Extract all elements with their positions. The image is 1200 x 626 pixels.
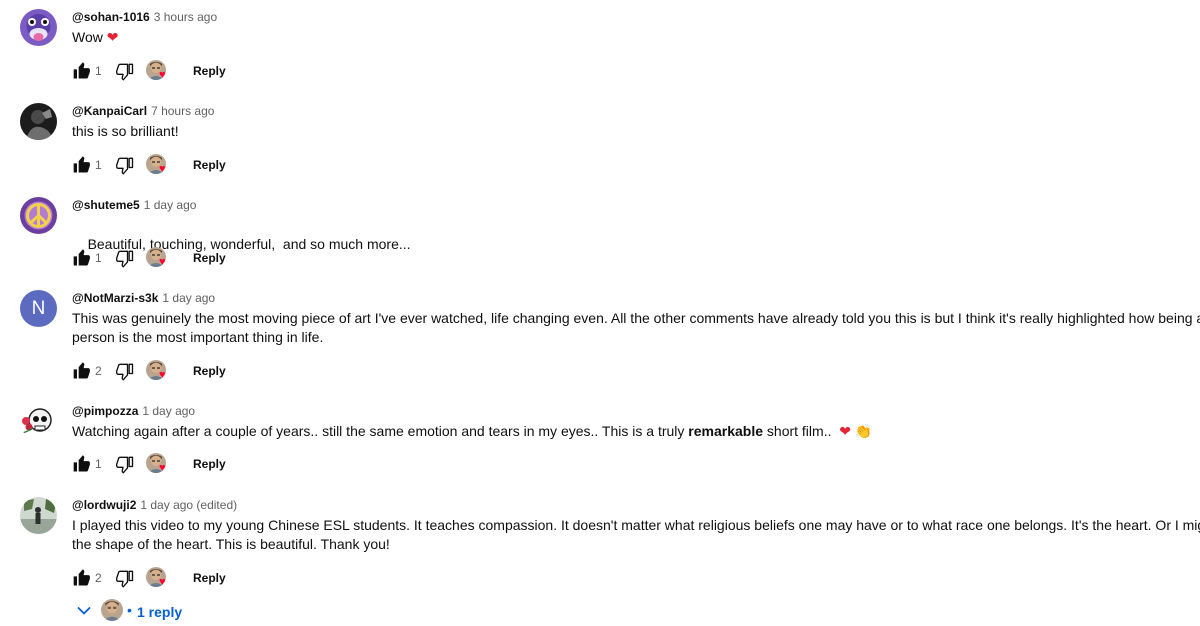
heart-icon: ♥	[159, 369, 166, 381]
comment-text-line: I played this video to my young Chinese …	[72, 517, 1200, 533]
comment-timestamp[interactable]: 1 day ago (edited)	[140, 498, 237, 512]
avatar[interactable]	[20, 497, 57, 534]
creator-heart-badge[interactable]: ♥	[146, 153, 172, 177]
comment-timestamp[interactable]: 1 day ago	[162, 291, 215, 305]
comment-timestamp[interactable]: 3 hours ago	[154, 10, 217, 24]
avatar[interactable]	[20, 403, 57, 440]
heart-emoji-icon: ❤	[839, 423, 851, 439]
creator-avatar-icon	[101, 599, 123, 621]
clapping-hands-icon: 👏	[854, 423, 873, 439]
heart-icon: ♥	[159, 256, 166, 268]
like-count: 1	[95, 457, 102, 471]
comment-text-line: person is the most important thing in li…	[72, 329, 324, 345]
comment-actions: 2 ♥ Reply	[72, 359, 372, 383]
thumbs-up-icon[interactable]	[72, 61, 92, 81]
heart-emoji-icon: ❤	[106, 29, 119, 45]
author-name[interactable]: @lordwuji2	[72, 498, 136, 512]
reply-button[interactable]: Reply	[193, 64, 226, 78]
comment-text-content: this is so brilliant!	[72, 123, 179, 139]
reply-button[interactable]: Reply	[193, 158, 226, 172]
comment-text-content: short film..	[763, 423, 832, 439]
creator-heart-badge[interactable]: ♥	[146, 246, 172, 270]
like-count: 2	[95, 571, 102, 585]
like-count: 1	[95, 251, 102, 265]
thumbs-down-icon[interactable]	[114, 454, 136, 474]
comment-header: @NotMarzi-s3k 1 day ago	[72, 290, 215, 306]
thumbs-down-icon[interactable]	[114, 568, 136, 588]
comment-header: @KanpaiCarl 7 hours ago	[72, 103, 214, 119]
thumbs-up-icon[interactable]	[72, 568, 92, 588]
like-count: 1	[95, 158, 102, 172]
author-name[interactable]: @NotMarzi-s3k	[72, 291, 158, 305]
like-count: 1	[95, 64, 102, 78]
avatar[interactable]	[20, 197, 57, 234]
thumbs-up-icon[interactable]	[72, 454, 92, 474]
reply-button[interactable]: Reply	[193, 571, 226, 585]
view-replies-button[interactable]: • 1 reply	[72, 598, 372, 624]
thumbs-down-icon[interactable]	[114, 61, 136, 81]
heart-icon: ♥	[159, 163, 166, 175]
like-count: 2	[95, 364, 102, 378]
comment-actions: 1 ♥ Reply	[72, 246, 372, 270]
comment-header: @pimpozza 1 day ago	[72, 403, 195, 419]
comment-text-bold: remarkable	[688, 423, 764, 439]
comment-text: this is so brilliant!	[72, 122, 1200, 141]
creator-heart-badge[interactable]: ♥	[146, 566, 172, 590]
comment-actions: 2 ♥ Reply	[72, 566, 372, 590]
comment-text: I played this video to my young Chinese …	[72, 516, 1200, 554]
author-name[interactable]: @pimpozza	[72, 404, 138, 418]
comment-text-content: Watching again after a couple of years..…	[72, 423, 689, 439]
author-name[interactable]: @KanpaiCarl	[72, 104, 147, 118]
comment-timestamp[interactable]: 1 day ago	[142, 404, 195, 418]
thumbs-down-icon[interactable]	[114, 155, 136, 175]
thumbs-up-icon[interactable]	[72, 248, 92, 268]
reply-button[interactable]: Reply	[193, 251, 226, 265]
thumbs-down-icon[interactable]	[114, 248, 136, 268]
comment-text: Watching again after a couple of years..…	[72, 422, 1200, 441]
avatar[interactable]: N	[20, 290, 57, 327]
comment-timestamp[interactable]: 1 day ago	[144, 198, 197, 212]
comment-text-line: This was genuinely the most moving piece…	[72, 310, 1200, 326]
comment-header: @sohan-1016 3 hours ago	[72, 9, 217, 25]
comment-actions: 1 ♥ Reply	[72, 59, 372, 83]
creator-heart-badge[interactable]: ♥	[146, 452, 172, 476]
chevron-down-icon	[77, 607, 91, 615]
avatar[interactable]	[20, 9, 57, 46]
thumbs-down-icon[interactable]	[114, 361, 136, 381]
comment-header: @lordwuji2 1 day ago (edited)	[72, 497, 237, 513]
heart-icon: ♥	[159, 69, 166, 81]
heart-icon: ♥	[159, 462, 166, 474]
author-name[interactable]: @sohan-1016	[72, 10, 150, 24]
reply-button[interactable]: Reply	[193, 457, 226, 471]
thumbs-up-icon[interactable]	[72, 155, 92, 175]
creator-heart-badge[interactable]: ♥	[146, 59, 172, 83]
comment-timestamp[interactable]: 7 hours ago	[151, 104, 214, 118]
avatar[interactable]	[20, 103, 57, 140]
comment-text: This was genuinely the most moving piece…	[72, 309, 1200, 347]
comment-header: @shuteme5 1 day ago	[72, 197, 196, 213]
comment-text-line: the shape of the heart. This is beautifu…	[72, 536, 390, 552]
comment-actions: 1 ♥ Reply	[72, 153, 372, 177]
separator-dot: •	[127, 602, 132, 618]
thumbs-up-icon[interactable]	[72, 361, 92, 381]
comment-text: Wow ❤	[72, 28, 1200, 47]
author-name[interactable]: @shuteme5	[72, 198, 140, 212]
heart-icon: ♥	[159, 576, 166, 588]
replies-count-label: 1 reply	[137, 604, 183, 620]
comment-actions: 1 ♥ Reply	[72, 452, 372, 476]
avatar-letter: N	[31, 297, 46, 319]
comment-text-content: Wow	[72, 29, 103, 45]
reply-button[interactable]: Reply	[193, 364, 226, 378]
creator-heart-badge[interactable]: ♥	[146, 359, 172, 383]
